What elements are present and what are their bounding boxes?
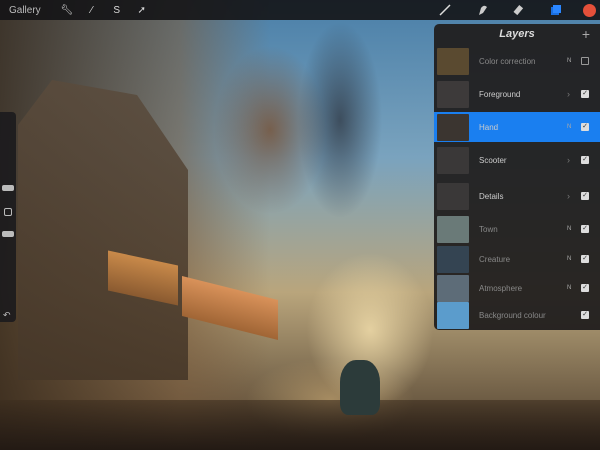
magic-wand-icon[interactable]: ⁄ bbox=[82, 0, 102, 20]
blend-mode-button[interactable]: N bbox=[567, 58, 581, 64]
layer-thumbnail[interactable] bbox=[437, 245, 469, 273]
layer-name: Scooter bbox=[479, 155, 507, 165]
blend-mode-button[interactable]: N bbox=[567, 226, 581, 232]
visibility-checkbox[interactable]: ✓ bbox=[581, 192, 589, 200]
transform-arrow-icon[interactable]: ➚ bbox=[132, 0, 152, 20]
left-sidebar: ↶ bbox=[0, 112, 16, 322]
visibility-checkbox[interactable]: ✓ bbox=[581, 311, 589, 319]
layer-name: Color correction bbox=[479, 56, 536, 66]
building-shape bbox=[18, 80, 188, 380]
panel-title: Layers bbox=[499, 28, 535, 40]
layer-thumbnail[interactable] bbox=[437, 146, 469, 174]
layer-name: Hand bbox=[479, 122, 499, 132]
layer-thumbnail[interactable] bbox=[437, 215, 469, 243]
layer-thumbnail[interactable] bbox=[437, 113, 469, 141]
layer-name: Details bbox=[479, 191, 504, 201]
blend-mode-button[interactable]: N bbox=[567, 124, 581, 130]
layer-row[interactable]: Town N ✓ bbox=[434, 214, 600, 244]
eraser-icon[interactable] bbox=[509, 0, 529, 20]
layer-name: Background colour bbox=[479, 310, 546, 320]
layer-row[interactable]: Creature N ✓ bbox=[434, 244, 600, 274]
visibility-checkbox[interactable]: ✓ bbox=[581, 90, 589, 98]
chevron-right-icon[interactable]: › bbox=[567, 191, 581, 201]
layer-name: Atmosphere bbox=[479, 283, 523, 293]
blend-mode-button[interactable]: N bbox=[567, 256, 581, 262]
layer-row[interactable]: Foreground › ✓ bbox=[434, 79, 600, 109]
selection-icon[interactable]: S bbox=[107, 0, 127, 20]
undo-icon[interactable]: ↶ bbox=[3, 310, 11, 321]
layer-name: Foreground bbox=[479, 89, 521, 99]
layer-row[interactable]: Atmosphere N ✓ bbox=[434, 273, 600, 303]
brush-icon[interactable] bbox=[435, 0, 455, 20]
top-toolbar: Gallery 🔧︎ ⁄ S ➚ bbox=[0, 0, 600, 20]
layers-panel: Layers + Color correction N Foreground ›… bbox=[434, 24, 600, 330]
chevron-right-icon[interactable]: › bbox=[567, 89, 581, 99]
visibility-checkbox[interactable]: ✓ bbox=[581, 225, 589, 233]
layer-thumbnail[interactable] bbox=[437, 47, 469, 75]
brush-size-slider[interactable] bbox=[2, 185, 14, 191]
layer-row[interactable]: Color correction N bbox=[434, 46, 600, 76]
layer-row[interactable]: Details › ✓ bbox=[434, 181, 600, 211]
add-layer-button[interactable]: + bbox=[582, 26, 590, 42]
layer-thumbnail[interactable] bbox=[437, 182, 469, 210]
layer-name: Creature bbox=[479, 254, 511, 264]
visibility-checkbox[interactable]: ✓ bbox=[581, 123, 589, 131]
chevron-right-icon[interactable]: › bbox=[567, 155, 581, 165]
visibility-checkbox[interactable]: ✓ bbox=[581, 255, 589, 263]
modify-button[interactable] bbox=[4, 208, 12, 216]
layers-icon[interactable] bbox=[546, 0, 566, 20]
ground-shape bbox=[0, 400, 600, 450]
awning-shape bbox=[182, 276, 278, 340]
layer-row[interactable]: Background colour ✓ bbox=[434, 300, 600, 330]
layer-thumbnail[interactable] bbox=[437, 274, 469, 302]
opacity-slider[interactable] bbox=[2, 231, 14, 237]
visibility-checkbox[interactable] bbox=[581, 57, 589, 65]
layer-thumbnail[interactable] bbox=[437, 80, 469, 108]
layer-thumbnail[interactable] bbox=[437, 301, 469, 329]
scooter-rider-shape bbox=[340, 360, 380, 415]
layer-row[interactable]: Hand N ✓ bbox=[434, 112, 600, 142]
visibility-checkbox[interactable]: ✓ bbox=[581, 156, 589, 164]
layer-row[interactable]: Scooter › ✓ bbox=[434, 145, 600, 175]
wrench-icon[interactable]: 🔧︎ bbox=[57, 0, 77, 20]
color-swatch-button[interactable] bbox=[583, 3, 596, 17]
visibility-checkbox[interactable]: ✓ bbox=[581, 284, 589, 292]
gallery-button[interactable]: Gallery bbox=[9, 5, 41, 16]
layer-name: Town bbox=[479, 224, 498, 234]
smudge-icon[interactable] bbox=[472, 0, 492, 20]
blend-mode-button[interactable]: N bbox=[567, 285, 581, 291]
